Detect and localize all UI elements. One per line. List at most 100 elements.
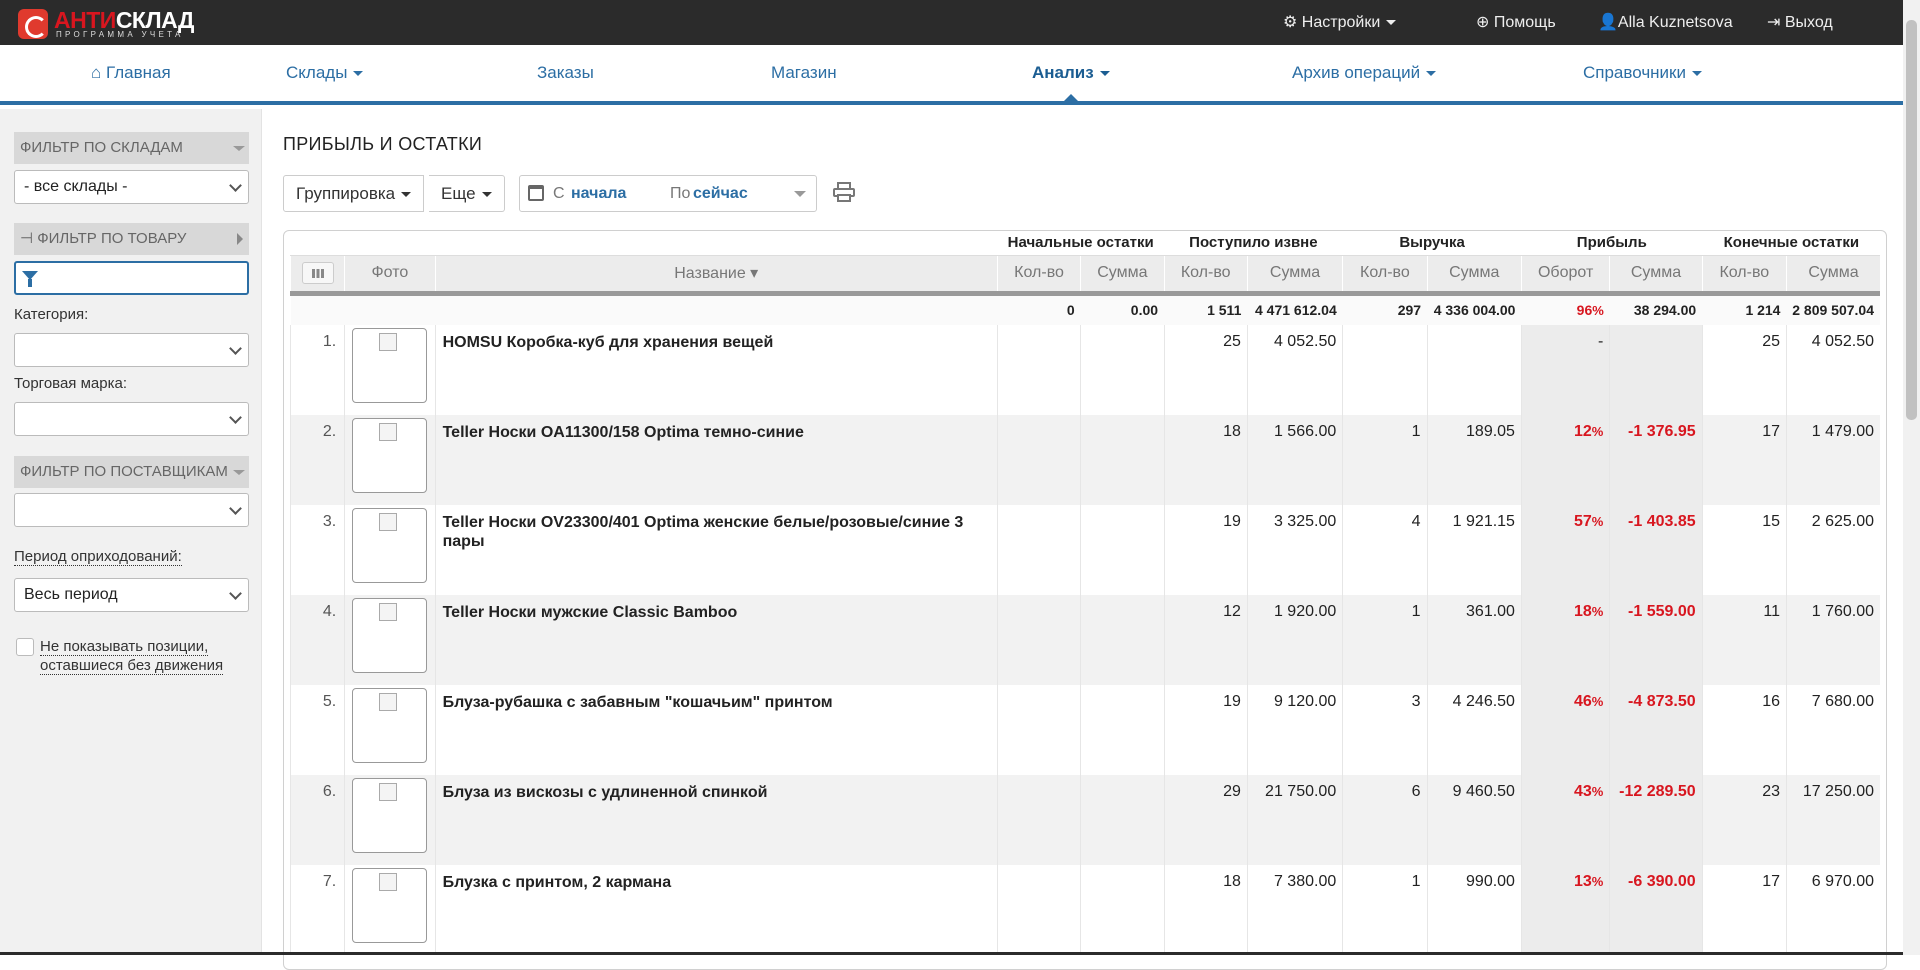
table-row[interactable]: 6. Блуза из вискозы с удлиненной спинкой 2… <box>289 775 1880 865</box>
table-row[interactable]: 3. Teller Носки OV23300/401 Optima женски… <box>289 505 1880 595</box>
row-start-qty <box>996 865 1081 955</box>
total-rev-sum: 4 336 004.00 <box>1427 293 1522 325</box>
column-header-row: Фото Название ▾ Кол-во Сумма Кол-во Сумм… <box>289 255 1880 296</box>
filter-warehouses-header[interactable]: ФИЛЬТР ПО СКЛАДАМ <box>14 132 249 164</box>
col-name[interactable]: Название ▾ <box>434 255 998 296</box>
col-in-qty[interactable]: Кол-во <box>1163 255 1248 296</box>
nav-archive[interactable]: Архив операций <box>1292 45 1437 101</box>
product-image[interactable] <box>352 868 428 943</box>
category-label: Категория: <box>14 306 89 323</box>
col-turnover[interactable]: Оборот <box>1520 255 1610 296</box>
nav-shop[interactable]: Магазин <box>771 45 837 101</box>
app-logo[interactable]: АНТИСКЛАД ПРОГРАММА УЧЕТА <box>18 7 218 39</box>
warehouse-select[interactable]: - все склады - <box>14 170 249 204</box>
row-name[interactable]: Teller Носки мужские Classic Bamboo <box>434 595 998 685</box>
row-profit: -4 873.50 <box>1609 685 1703 775</box>
row-turnover: 43% <box>1520 775 1610 865</box>
row-start-sum <box>1080 595 1165 685</box>
filter-sidebar: ФИЛЬТР ПО СКЛАДАМ - все склады - ⊣ ФИЛЬТ… <box>0 109 262 955</box>
product-image[interactable] <box>352 328 428 403</box>
total-profit: 38 294.00 <box>1609 293 1703 325</box>
row-name[interactable]: HOMSU Коробка-куб для хранения вещей <box>434 325 998 415</box>
table-row[interactable]: 7. Блузка с принтом, 2 кармана 18 7 380.00 1… <box>289 865 1880 955</box>
table-row[interactable]: 2. Teller Носки OA11300/158 Optima темно-… <box>289 415 1880 505</box>
logout-link[interactable]: ⇥ Выход <box>1767 0 1833 45</box>
row-name[interactable]: Teller Носки OA11300/158 Optima темно-си… <box>434 415 998 505</box>
row-profit: -12 289.50 <box>1609 775 1703 865</box>
row-end-sum: 1 479.00 <box>1785 415 1880 505</box>
to-value: сейчас <box>693 185 748 202</box>
col-end-qty[interactable]: Кол-во <box>1701 255 1787 296</box>
hide-idle-label[interactable]: Не показывать позиции, оставшиеся без дви… <box>40 637 224 675</box>
grouping-button[interactable]: Группировка <box>283 175 425 212</box>
total-end-sum: 2 809 507.04 <box>1786 293 1880 325</box>
product-image[interactable] <box>352 508 428 583</box>
period-select[interactable]: Весь период <box>14 578 249 612</box>
print-icon[interactable] <box>833 182 855 202</box>
row-rev-qty: 1 <box>1342 595 1428 685</box>
row-start-sum <box>1080 685 1165 775</box>
caret-down-icon <box>1099 71 1110 77</box>
col-rev-sum[interactable]: Сумма <box>1426 255 1522 296</box>
product-image[interactable] <box>352 688 428 763</box>
table-row[interactable]: 5. Блуза-рубашка с забавным "кошачьим" пр… <box>289 685 1880 775</box>
product-image[interactable] <box>352 418 428 493</box>
from-value: начала <box>571 185 627 202</box>
table-row[interactable]: 4. Teller Носки мужские Classic Bamboo 12 1… <box>289 595 1880 685</box>
table-row[interactable]: 1. HOMSU Коробка-куб для хранения вещей 25… <box>289 325 1880 415</box>
col-start-sum[interactable]: Сумма <box>1080 255 1165 296</box>
nav-analysis[interactable]: Анализ <box>1032 45 1110 101</box>
col-end-sum[interactable]: Сумма <box>1785 255 1880 296</box>
row-name[interactable]: Блуза из вискозы с удлиненной спинкой <box>434 775 998 865</box>
nav-orders[interactable]: Заказы <box>537 45 594 101</box>
row-end-qty: 17 <box>1701 865 1787 955</box>
nav-warehouses[interactable]: Склады <box>286 45 364 101</box>
filter-goods-header[interactable]: ⊣ ФИЛЬТР ПО ТОВАРУ <box>14 223 249 255</box>
hide-idle-checkbox[interactable] <box>16 638 34 656</box>
row-start-qty <box>996 505 1081 595</box>
row-name[interactable]: Блуза-рубашка с забавным "кошачьим" прин… <box>434 685 998 775</box>
row-start-sum <box>1080 415 1165 505</box>
period-label[interactable]: Период оприходований: <box>14 548 182 566</box>
row-in-qty: 18 <box>1163 415 1248 505</box>
category-select[interactable] <box>14 333 249 367</box>
product-image[interactable] <box>352 598 428 673</box>
user-menu[interactable]: 👤Alla Kuznetsova <box>1598 0 1733 45</box>
calendar-icon <box>528 185 544 201</box>
row-rev-sum: 990.00 <box>1426 865 1522 955</box>
collapse-icon <box>233 470 245 475</box>
page-scrollbar[interactable] <box>1903 0 1920 955</box>
date-range-picker[interactable]: С начала По сейчас <box>519 175 817 212</box>
nav-references[interactable]: Справочники <box>1583 45 1702 101</box>
col-start-qty[interactable]: Кол-во <box>996 255 1081 296</box>
brand-label: Торговая марка: <box>14 375 127 392</box>
row-number: 4. <box>289 595 345 685</box>
brand-select[interactable] <box>14 402 249 436</box>
col-in-sum[interactable]: Сумма <box>1246 255 1343 296</box>
col-rev-qty[interactable]: Кол-во <box>1342 255 1428 296</box>
caret-down-icon <box>1386 20 1397 26</box>
column-settings[interactable] <box>289 255 345 296</box>
total-in-sum: 4 471 612.04 <box>1247 293 1343 325</box>
row-in-qty: 19 <box>1163 685 1248 775</box>
row-in-sum: 3 325.00 <box>1246 505 1343 595</box>
more-button[interactable]: Еще <box>429 175 505 212</box>
help-link[interactable]: ⊕ Помощь <box>1476 0 1556 45</box>
row-name[interactable]: Блузка с принтом, 2 кармана <box>434 865 998 955</box>
nav-home[interactable]: ⌂ Главная <box>91 45 171 101</box>
total-start-qty: 0 <box>997 293 1081 325</box>
row-number: 3. <box>289 505 345 595</box>
col-profit-sum[interactable]: Сумма <box>1609 255 1703 296</box>
row-profit: -6 390.00 <box>1609 865 1703 955</box>
row-in-sum: 21 750.00 <box>1246 775 1343 865</box>
row-name[interactable]: Teller Носки OV23300/401 Optima женские … <box>434 505 998 595</box>
product-image[interactable] <box>352 778 428 853</box>
filter-suppliers-header[interactable]: ФИЛЬТР ПО ПОСТАВЩИКАМ <box>14 456 249 488</box>
row-end-qty: 11 <box>1701 595 1787 685</box>
user-icon: 👤 <box>1598 14 1618 31</box>
scrollbar-thumb[interactable] <box>1906 20 1917 420</box>
settings-menu[interactable]: ⚙ Настройки <box>1283 0 1397 45</box>
goods-filter-input[interactable] <box>14 261 249 295</box>
row-turnover: 13% <box>1520 865 1610 955</box>
supplier-select[interactable] <box>14 493 249 527</box>
